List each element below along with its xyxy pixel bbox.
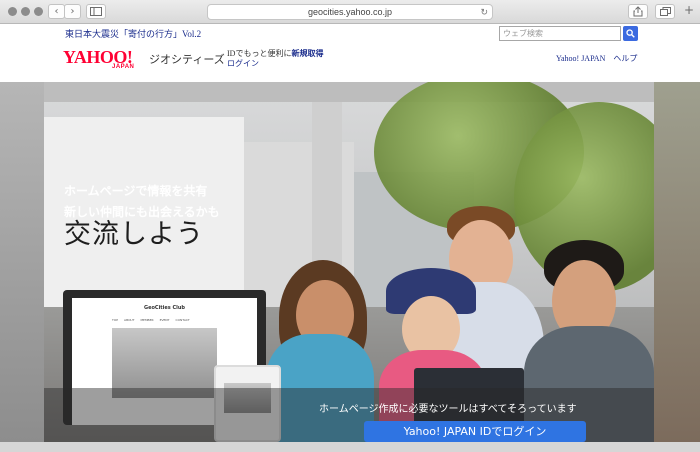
- back-button[interactable]: ‹: [48, 4, 65, 19]
- tools-message: ホームページ作成に必要なツールはすべてそろっています: [319, 404, 577, 415]
- hero-subtitle-2: 新しい仲間にも出会えるかも: [64, 205, 220, 219]
- zoom-window-icon[interactable]: [34, 7, 43, 16]
- search-icon: [626, 29, 635, 38]
- sidebar-icon: [90, 7, 102, 16]
- minimize-window-icon[interactable]: [21, 7, 30, 16]
- new-tab-button[interactable]: +: [682, 4, 696, 19]
- hero-side-left: [0, 82, 44, 442]
- help-link[interactable]: ヘルプ: [613, 54, 637, 63]
- register-link[interactable]: 新規取得: [291, 49, 323, 58]
- hero-subtitle-1: ホームページで情報を共有: [64, 184, 208, 198]
- search-input[interactable]: ウェブ検索: [499, 26, 621, 41]
- close-window-icon[interactable]: [8, 7, 17, 16]
- service-name[interactable]: ジオシティーズ: [149, 51, 225, 67]
- window-bottom-edge: [0, 442, 700, 452]
- share-icon: [633, 6, 643, 17]
- share-button[interactable]: [628, 4, 648, 19]
- mockup-nav-item: TOP: [112, 318, 119, 322]
- search-button[interactable]: [623, 26, 638, 41]
- hero-side-right: [654, 82, 700, 442]
- login-link[interactable]: ログイン: [227, 58, 259, 69]
- yahoo-logo-sub: JAPAN: [112, 64, 135, 70]
- mockup-site-title: GeoCities Club: [143, 305, 186, 311]
- login-button[interactable]: Yahoo! JAPAN IDでログイン: [364, 421, 586, 442]
- yahoo-japan-link[interactable]: Yahoo! JAPAN: [556, 54, 605, 63]
- mockup-nav: TOP ABOUT MEMBER EVENT CONTACT: [112, 318, 217, 324]
- reload-icon[interactable]: ↻: [480, 5, 488, 19]
- id-promo-text: IDでもっと便利に: [227, 49, 292, 58]
- header-links: Yahoo! JAPAN ヘルプ: [556, 53, 637, 64]
- browser-toolbar: ‹ › geocities.yahoo.co.jp ↻ +: [0, 0, 700, 24]
- sidebar-toggle-button[interactable]: [86, 4, 106, 19]
- roof-overhang: [44, 82, 654, 102]
- forward-button[interactable]: ›: [64, 4, 81, 19]
- news-notice-link[interactable]: 東日本大震災「寄付の行方」Vol.2: [65, 27, 201, 40]
- tabs-icon: [659, 7, 671, 16]
- mockup-nav-item: EVENT: [159, 318, 170, 322]
- mockup-nav-item: ABOUT: [124, 318, 135, 322]
- address-bar[interactable]: geocities.yahoo.co.jp ↻: [207, 4, 493, 20]
- mockup-nav-item: MEMBER: [140, 318, 154, 322]
- mockup-nav-item: CONTACT: [175, 318, 190, 322]
- tabs-button[interactable]: [655, 4, 675, 19]
- url-text: geocities.yahoo.co.jp: [307, 7, 393, 17]
